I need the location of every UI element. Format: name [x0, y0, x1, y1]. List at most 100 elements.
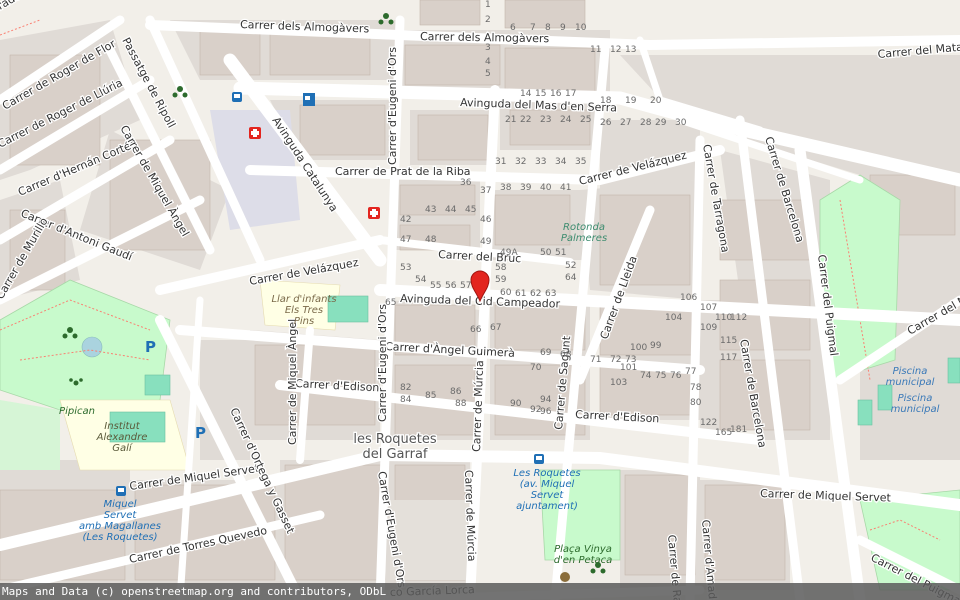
poi-label-llar-dinfants[interactable]: Llar d'infants	[271, 294, 336, 305]
fuel-icon[interactable]	[303, 93, 315, 106]
house-number: 16	[550, 89, 562, 99]
house-number: 24	[560, 115, 572, 125]
house-number: 46	[480, 215, 492, 225]
place-label-les-roquetes-del-garraf: del Garraf	[362, 447, 427, 462]
house-number: 94	[540, 395, 552, 405]
house-number: 103	[610, 378, 627, 388]
house-number: 44	[445, 205, 457, 215]
poi-label-rotonda-palmeres[interactable]: Palmeres	[561, 233, 607, 244]
house-number: 106	[680, 293, 697, 303]
house-number: 12	[610, 45, 621, 55]
house-number: 48	[425, 235, 437, 245]
house-number: 50	[540, 248, 552, 258]
poi-label-bus-miquel-servet[interactable]: amb Magallanes	[79, 521, 161, 532]
house-number: 78	[690, 383, 702, 393]
place-label-les-roquetes-del-garraf: les Roquetes	[353, 432, 437, 447]
house-number: 36	[460, 178, 472, 188]
poi-label-llar-dinfants[interactable]: Pins	[294, 316, 314, 327]
pharmacy-icon[interactable]	[368, 207, 380, 219]
house-number: 41	[560, 183, 571, 193]
house-number: 54	[415, 275, 427, 285]
street-label-miquel-angel-south: Carrer de Miquel Àngel	[286, 319, 299, 445]
poi-label-bus-les-roquetes[interactable]: Servet	[531, 490, 565, 501]
house-number: 85	[425, 391, 436, 401]
house-number: 28	[640, 118, 652, 128]
house-number: 14	[520, 89, 532, 99]
pharmacy-icon[interactable]	[249, 127, 261, 139]
house-number: 32	[515, 157, 526, 167]
poi-label-bus-les-roquetes[interactable]: Les Roquetes	[513, 468, 580, 479]
poi-label-bus-miquel-servet[interactable]: Servet	[104, 510, 138, 521]
poi-label-piscina-1[interactable]: municipal	[886, 377, 935, 388]
street-label-prat-de-la-riba: Carrer de Prat de la Riba	[335, 165, 471, 178]
house-number: 6	[510, 23, 516, 33]
house-number: 39	[520, 183, 532, 193]
poi-label-placa-vinya[interactable]: Plaça Vinya	[554, 544, 612, 555]
cultural-icon[interactable]	[560, 572, 570, 582]
house-number: 43	[425, 205, 436, 215]
house-number: 122	[700, 418, 717, 428]
house-number: 99	[650, 341, 662, 351]
house-number: 10	[575, 23, 587, 33]
house-number: 22	[520, 115, 531, 125]
poi-label-institut[interactable]: Galí	[112, 442, 133, 454]
map-attribution[interactable]: Maps and Data (c) openstreetmap.org and …	[0, 583, 960, 600]
house-number: 65	[385, 298, 396, 308]
poi-label-bus-miquel-servet[interactable]: (Les Roquetes)	[82, 532, 157, 543]
house-number: 77	[685, 367, 696, 377]
poi-label-llar-dinfants[interactable]: Els Tres	[285, 305, 323, 316]
house-number: 109	[700, 323, 717, 333]
house-number: 100	[630, 343, 647, 353]
parking-icon[interactable]: P	[195, 424, 206, 442]
poi-label-institut[interactable]: Institut	[104, 421, 140, 432]
street-label-eugeni-dors-north: Carrer d'Eugeni d'Ors	[386, 47, 399, 165]
house-number: 76	[670, 371, 682, 381]
house-number: 52	[565, 261, 576, 271]
location-marker[interactable]	[470, 270, 490, 302]
house-number: 2	[485, 15, 491, 25]
house-number: 49	[480, 237, 492, 247]
house-number: 9	[560, 23, 566, 33]
poi-label-piscina-1[interactable]: Piscina	[893, 366, 928, 377]
house-number: 69	[540, 348, 552, 358]
poi-label-rotonda-palmeres[interactable]: Rotonda	[563, 222, 605, 233]
house-number: 37	[480, 186, 491, 196]
house-number: 86	[450, 387, 462, 397]
house-number: 55	[430, 281, 441, 291]
house-number: 101	[620, 363, 637, 373]
bus-stop-icon[interactable]	[232, 92, 242, 102]
poi-label-placa-vinya[interactable]: d'en Petaca	[554, 555, 613, 566]
house-number: 42	[400, 215, 411, 225]
house-number: 84	[400, 395, 412, 405]
house-number: 61	[515, 289, 526, 299]
house-number: 56	[445, 281, 457, 291]
house-number: 1	[485, 0, 491, 10]
poi-label-bus-les-roquetes[interactable]: ajuntament)	[516, 501, 578, 512]
house-number: 25	[580, 115, 591, 125]
house-number: 20	[650, 96, 662, 106]
location-marker-icon	[470, 270, 490, 302]
street-label-eugeni-dors-mid: Carrer d'Eugeni d'Ors	[376, 304, 389, 422]
house-number: 112	[730, 313, 747, 323]
bus-stop-icon[interactable]	[534, 454, 544, 464]
house-number: 75	[655, 371, 666, 381]
poi-label-pipican[interactable]: Pipican	[59, 406, 95, 417]
svg-text:P: P	[195, 424, 206, 442]
house-number: 17	[565, 89, 576, 99]
poi-label-bus-miquel-servet[interactable]: Miquel	[103, 499, 136, 510]
bus-stop-icon[interactable]	[116, 486, 126, 496]
poi-label-institut[interactable]: Alexandre	[96, 432, 148, 443]
house-number: 71	[590, 355, 601, 365]
house-number: 45	[465, 205, 476, 215]
poi-label-piscina-2[interactable]: municipal	[891, 404, 940, 415]
house-number: 104	[665, 313, 682, 323]
house-number: 59	[495, 275, 507, 285]
house-number: 15	[535, 89, 546, 99]
house-number: 90	[510, 399, 522, 409]
house-number: 3	[485, 43, 491, 53]
poi-label-piscina-2[interactable]: Piscina	[898, 393, 933, 404]
poi-label-bus-les-roquetes[interactable]: (av. Miquel	[520, 479, 575, 490]
house-number: 33	[535, 157, 546, 167]
parking-icon[interactable]: P	[145, 338, 156, 356]
map-canvas[interactable]: P P Carrer dels Almogàvers Carrer dels Al…	[0, 0, 960, 600]
